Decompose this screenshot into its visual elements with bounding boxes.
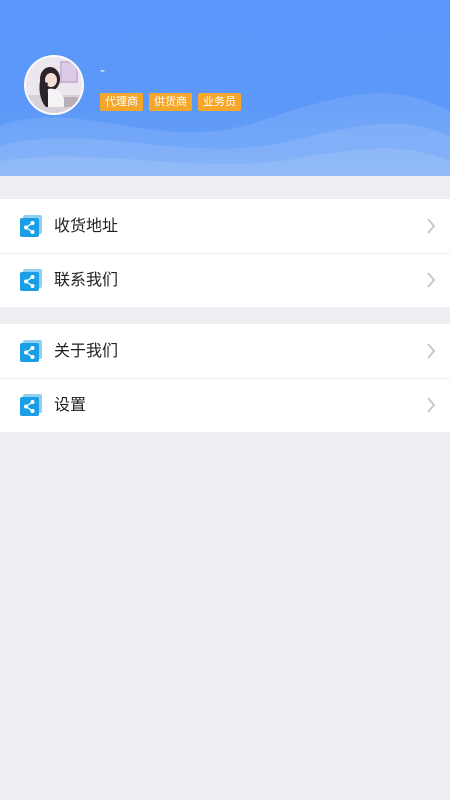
chevron-right-icon [427, 397, 436, 413]
menu-label: 收货地址 [54, 216, 119, 235]
username: - [100, 63, 106, 79]
share-icon [20, 394, 42, 416]
profile-page: - 代理商 供货商 业务员 收货地址 联系我们 关于我们 设置 [0, 0, 450, 800]
chevron-right-icon [427, 218, 436, 234]
menu-group-1: 收货地址 联系我们 [0, 199, 450, 307]
role-tag-supplier: 供货商 [149, 93, 192, 111]
menu-label: 关于我们 [54, 341, 119, 360]
menu-item-settings[interactable]: 设置 [0, 378, 450, 432]
menu-item-contact-us[interactable]: 联系我们 [0, 253, 450, 307]
avatar-image [26, 57, 82, 113]
menu-item-about-us[interactable]: 关于我们 [0, 324, 450, 378]
menu-label: 设置 [54, 395, 87, 414]
role-tag-salesperson: 业务员 [198, 93, 241, 111]
role-tag-agent: 代理商 [100, 93, 143, 111]
chevron-right-icon [427, 272, 436, 288]
menu-label: 联系我们 [54, 270, 119, 289]
chevron-right-icon [427, 343, 436, 359]
share-icon [20, 215, 42, 237]
share-icon [20, 340, 42, 362]
share-icon [20, 269, 42, 291]
menu-group-2: 关于我们 设置 [0, 324, 450, 432]
avatar[interactable] [24, 55, 84, 115]
menu-item-shipping-address[interactable]: 收货地址 [0, 199, 450, 253]
role-tags: 代理商 供货商 业务员 [100, 93, 241, 111]
profile-header: - 代理商 供货商 业务员 [0, 0, 450, 176]
